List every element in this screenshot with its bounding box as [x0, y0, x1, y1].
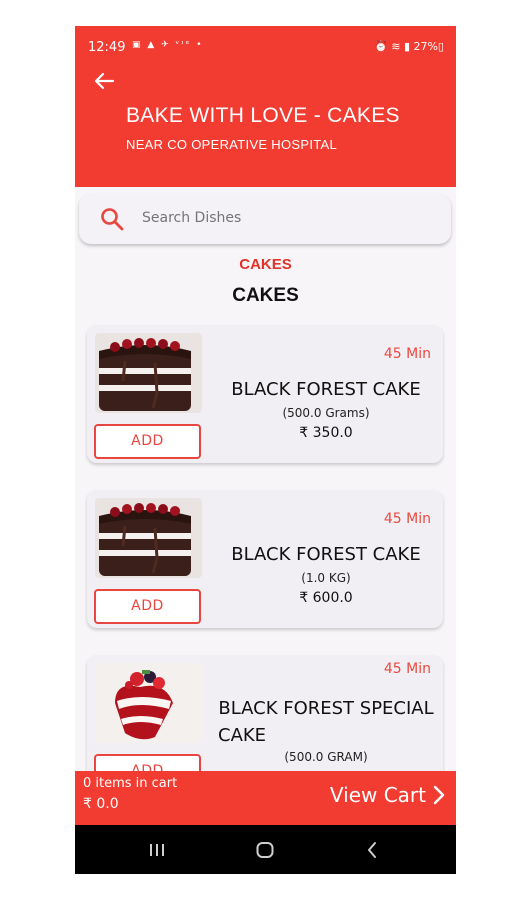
- shop-title: BAKE WITH LOVE - CAKES: [126, 104, 400, 127]
- cart-total: ₹ 0.0: [83, 796, 119, 812]
- cart-bar: 0 items in cart ₹ 0.0 View Cart: [75, 771, 456, 825]
- product-card[interactable]: ADD 45 Min BLACK FOREST CAKE (500.0 Gram…: [87, 325, 443, 463]
- search-input[interactable]: [142, 210, 402, 226]
- phone-screen: 12:49 ▣ ▲ ✈ ᵛᶦᵉ • ⏰ ≋ ▮ 27%▯ BAKE WITH L…: [75, 26, 456, 874]
- item-name-line2: CAKE: [218, 725, 267, 746]
- status-time: 12:49: [88, 40, 126, 55]
- prep-time: 45 Min: [383, 511, 431, 527]
- add-button[interactable]: ADD: [94, 589, 201, 624]
- cart-item-count: 0 items in cart: [83, 776, 178, 791]
- section-title: CAKES: [232, 285, 299, 306]
- view-cart-label: View Cart: [329, 783, 426, 807]
- item-quantity: (1.0 KG): [301, 571, 351, 585]
- chevron-right-icon: [433, 785, 445, 805]
- prep-time: 45 Min: [383, 661, 431, 677]
- shop-address: NEAR CO OPERATIVE HOSPITAL: [126, 137, 338, 152]
- home-icon[interactable]: [252, 837, 278, 863]
- item-quantity: (500.0 GRAM): [284, 750, 368, 764]
- product-card[interactable]: ADD 45 Min BLACK FOREST CAKE (1.0 KG) ₹ …: [87, 490, 443, 628]
- notification-icons: ▣ ▲ ✈ ᵛᶦᵉ •: [132, 40, 204, 50]
- black-forest-cake-image: [95, 498, 202, 578]
- item-price: ₹ 600.0: [299, 590, 353, 606]
- system-nav-bar: [75, 825, 456, 874]
- back-nav-icon[interactable]: [359, 837, 385, 863]
- item-name: BLACK FOREST CAKE: [231, 379, 421, 400]
- recents-icon[interactable]: [144, 837, 170, 863]
- item-price: ₹ 350.0: [299, 425, 353, 441]
- item-name-line1: BLACK FOREST SPECIAL: [218, 698, 434, 719]
- search-bar[interactable]: [79, 194, 451, 244]
- status-bar: 12:49 ▣ ▲ ✈ ᵛᶦᵉ • ⏰ ≋ ▮ 27%▯: [75, 26, 456, 66]
- search-icon: [101, 208, 124, 231]
- view-cart-button[interactable]: View Cart: [330, 783, 446, 807]
- category-label[interactable]: CAKES: [75, 256, 456, 273]
- item-name: BLACK FOREST CAKE: [231, 544, 421, 565]
- item-name: BLACK FOREST SPECIAL CAKE: [214, 695, 438, 749]
- shop-header: 12:49 ▣ ▲ ✈ ᵛᶦᵉ • ⏰ ≋ ▮ 27%▯ BAKE WITH L…: [75, 26, 456, 187]
- red-velvet-heart-cake-image: [95, 663, 202, 743]
- prep-time: 45 Min: [383, 346, 431, 362]
- system-status-icons: ⏰ ≋ ▮ 27%▯: [374, 40, 444, 53]
- back-arrow-icon[interactable]: [91, 68, 117, 94]
- item-quantity: (500.0 Grams): [282, 406, 370, 420]
- add-button[interactable]: ADD: [94, 424, 201, 459]
- black-forest-cake-image: [95, 333, 202, 413]
